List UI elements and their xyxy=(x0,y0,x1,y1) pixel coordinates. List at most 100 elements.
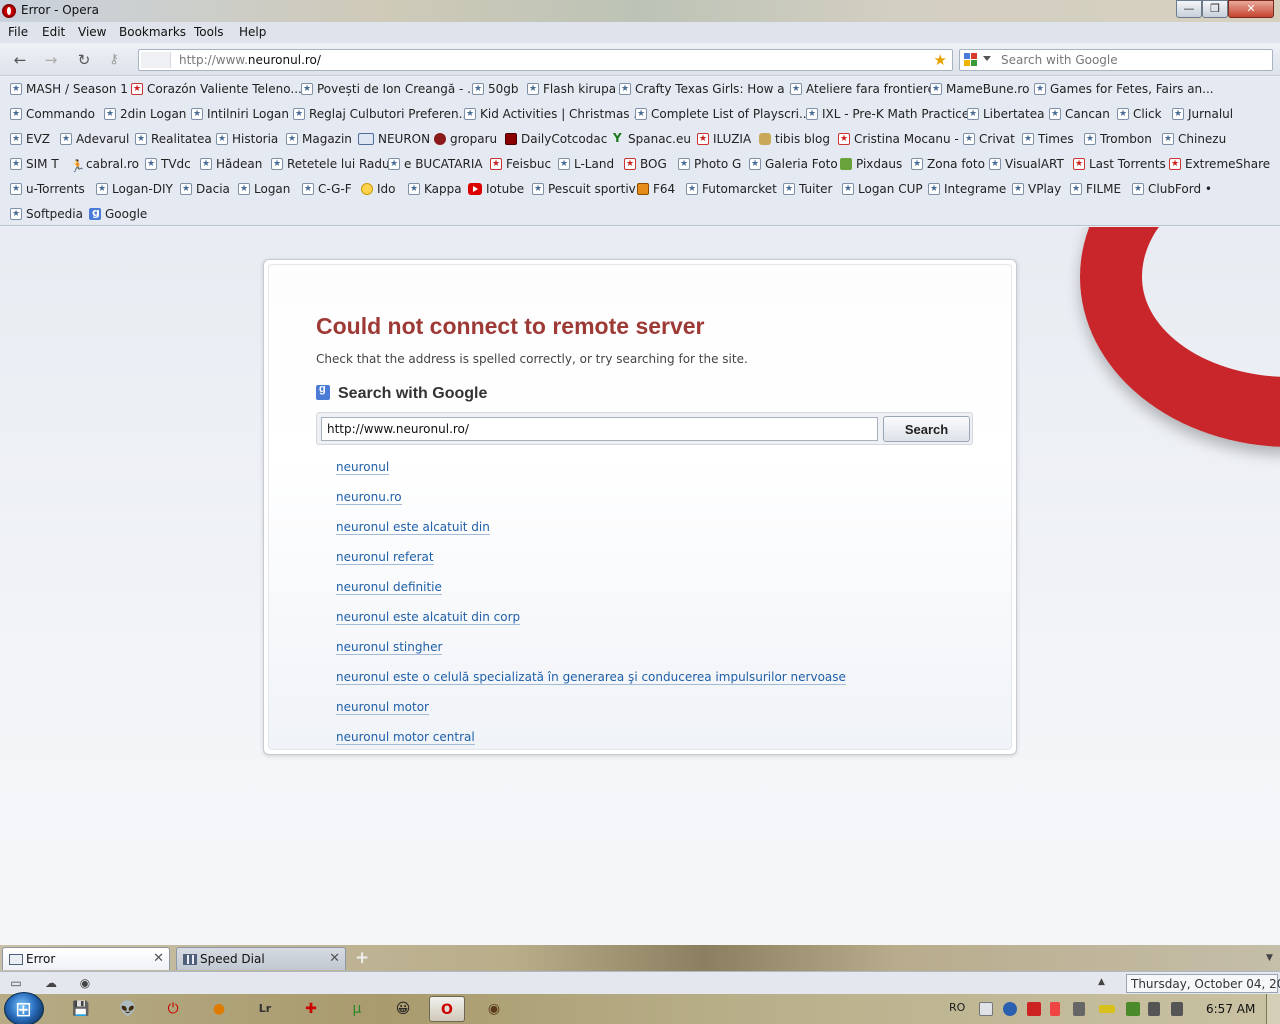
bookmark-item[interactable]: Zona foto xyxy=(911,157,985,171)
turbo-icon[interactable]: ◉ xyxy=(77,976,93,990)
bookmark-item[interactable]: Dacia xyxy=(180,182,230,196)
chevron-up-icon[interactable]: ▲ xyxy=(1098,977,1105,987)
address-bar[interactable]: http://www.neuronul.ro/ ★ xyxy=(138,49,953,71)
search-input[interactable] xyxy=(321,417,878,441)
bookmark-item[interactable]: Google xyxy=(89,206,147,221)
bookmark-item[interactable]: EVZ xyxy=(10,132,50,146)
lightroom-app-icon[interactable]: Lr xyxy=(247,996,283,1022)
bookmark-item[interactable]: Logan xyxy=(238,182,290,196)
wand-key-icon[interactable]: ⚷ xyxy=(105,51,123,69)
bookmark-item[interactable]: Trombon xyxy=(1084,132,1152,146)
bookmark-item[interactable]: Adevarul xyxy=(60,132,129,146)
bookmark-item[interactable]: groparu xyxy=(434,132,497,146)
bookmark-item[interactable]: Crafty Texas Girls: How a ... xyxy=(619,82,800,96)
clock[interactable]: 6:57 AM xyxy=(1206,1002,1255,1016)
bookmark-item[interactable]: BOG xyxy=(624,157,667,171)
bookmark-item[interactable]: Futomarcket xyxy=(686,182,777,196)
flag-icon[interactable] xyxy=(1050,1002,1060,1016)
bookmark-star-icon[interactable]: ★ xyxy=(934,51,947,69)
suggestion-link[interactable]: neuronul xyxy=(336,460,390,475)
alien-app-icon[interactable]: 👽 xyxy=(110,996,146,1022)
menu-bookmarks[interactable]: Bookmarks xyxy=(119,25,186,39)
minimize-button[interactable]: — xyxy=(1176,0,1202,18)
suggestion-link[interactable]: neuronu.ro xyxy=(336,490,402,505)
power-app-icon[interactable]: ⏻ xyxy=(155,996,191,1022)
bookmark-item[interactable]: Flash kirupa xyxy=(527,82,616,96)
bookmark-item[interactable]: L-Land xyxy=(558,157,614,171)
close-tab-icon[interactable]: ✕ xyxy=(329,951,340,966)
suggestion-link[interactable]: neuronul definitie xyxy=(336,580,442,595)
bookmark-item[interactable]: Last Torrents xyxy=(1073,157,1166,171)
bookmark-item[interactable]: MASH / Season 1 xyxy=(10,82,128,96)
bookmark-item[interactable]: Crivat xyxy=(963,132,1015,146)
bookmark-item[interactable]: Integrame xyxy=(928,182,1006,196)
bookmark-item[interactable]: Logan CUP xyxy=(842,182,923,196)
unite-cloud-icon[interactable]: ☁ xyxy=(43,976,59,990)
bookmark-item[interactable]: C-G-F xyxy=(302,182,352,196)
reload-icon[interactable]: ↻ xyxy=(75,51,93,69)
bookmark-item[interactable]: Feisbuc xyxy=(490,157,551,171)
bookmark-item[interactable]: VPlay xyxy=(1012,182,1061,196)
puzzle-app-icon[interactable]: ✚ xyxy=(293,996,329,1022)
new-tab-icon[interactable]: + xyxy=(355,948,369,968)
volume-icon[interactable] xyxy=(1073,1002,1085,1016)
bookmark-item[interactable]: NEURON xyxy=(358,132,430,146)
maximize-button[interactable]: ❐ xyxy=(1202,0,1228,18)
speaker-icon[interactable] xyxy=(1171,1002,1183,1016)
tray-app-icon[interactable] xyxy=(979,1002,993,1016)
bookmark-item[interactable]: Intilniri Logan xyxy=(191,107,289,121)
bookmark-item[interactable]: Libertatea xyxy=(967,107,1044,121)
bookmark-item[interactable]: Click xyxy=(1117,107,1162,121)
bookmark-item[interactable]: Hădean xyxy=(200,157,262,171)
search-field[interactable]: Search with Google xyxy=(959,49,1273,71)
bookmark-item[interactable]: Kid Activities | Christmas ... xyxy=(464,107,645,121)
menu-tools[interactable]: Tools xyxy=(194,25,224,39)
start-button[interactable] xyxy=(4,992,44,1024)
camera-app-icon[interactable]: ◉ xyxy=(476,996,512,1022)
suggestion-link[interactable]: neuronul stingher xyxy=(336,640,443,655)
bookmark-item[interactable]: FILME xyxy=(1070,182,1121,196)
bookmark-item[interactable]: Realitatea xyxy=(135,132,212,146)
close-window-button[interactable]: ✕ xyxy=(1228,0,1274,18)
bookmark-item[interactable]: Corazón Valiente Teleno... xyxy=(131,82,302,96)
bookmark-item[interactable]: Retetele lui Radu xyxy=(271,157,390,171)
bookmark-item[interactable]: Ateliere fara frontiere xyxy=(790,82,935,96)
bookmark-item[interactable]: Tuiter xyxy=(783,182,832,196)
bookmark-item[interactable]: Magazin xyxy=(286,132,352,146)
messenger-app-icon[interactable]: 😀 xyxy=(385,996,421,1022)
bookmark-item[interactable]: e BUCATARIA xyxy=(388,157,483,171)
bookmark-item[interactable]: Galeria Foto xyxy=(749,157,838,171)
bookmark-item[interactable]: TVdc xyxy=(145,157,191,171)
suggestion-link[interactable]: neuronul este alcatuit din corp xyxy=(336,610,521,625)
tab-speed-dial[interactable]: Speed Dial ✕ xyxy=(176,947,346,970)
bookmark-item[interactable]: u-Torrents xyxy=(10,182,85,196)
bookmark-item[interactable]: Commando xyxy=(10,107,95,121)
airplane-icon[interactable] xyxy=(1099,1005,1115,1013)
forward-icon[interactable]: → xyxy=(42,51,60,69)
tray-bolt-icon[interactable] xyxy=(1003,1002,1017,1016)
panel-toggle-icon[interactable]: ▭ xyxy=(8,976,24,990)
bookmark-item[interactable]: Cristina Mocanu - xyxy=(838,132,959,146)
tray-x-icon[interactable] xyxy=(1027,1002,1041,1016)
bookmark-item[interactable]: Iotube xyxy=(468,182,524,196)
bookmark-item[interactable]: IXL - Pre-K Math Practice xyxy=(806,107,969,121)
bookmark-item[interactable]: Reglaj Culbutori Preferen... xyxy=(293,107,470,121)
bookmark-item[interactable]: Pixdaus xyxy=(840,157,902,171)
bookmark-item[interactable]: Pescuit sportiv xyxy=(532,182,636,196)
network-icon[interactable] xyxy=(1148,1002,1160,1016)
bookmark-item[interactable]: Chinezu xyxy=(1162,132,1226,146)
suggestion-link[interactable]: neuronul este alcatuit din xyxy=(336,520,490,535)
bookmark-item[interactable]: ExtremeShare xyxy=(1169,157,1270,171)
bookmark-item[interactable]: Logan-DIY xyxy=(96,182,173,196)
save-app-icon[interactable]: 💾 xyxy=(63,996,99,1022)
bookmark-item[interactable]: Times xyxy=(1022,132,1074,146)
bookmark-item[interactable]: cabral.ro xyxy=(70,157,139,171)
search-button[interactable]: Search xyxy=(883,416,970,442)
bookmark-item[interactable]: Cancan xyxy=(1049,107,1110,121)
bookmark-item[interactable]: MameBune.ro xyxy=(930,82,1029,96)
tab-scroll-icon[interactable]: ▼ xyxy=(1266,953,1273,963)
back-icon[interactable]: ← xyxy=(11,51,29,69)
bookmark-item[interactable]: Historia xyxy=(216,132,278,146)
suggestion-link[interactable]: neuronul este o celulă specializată în g… xyxy=(336,670,846,685)
google-engine-icon[interactable] xyxy=(964,53,978,67)
